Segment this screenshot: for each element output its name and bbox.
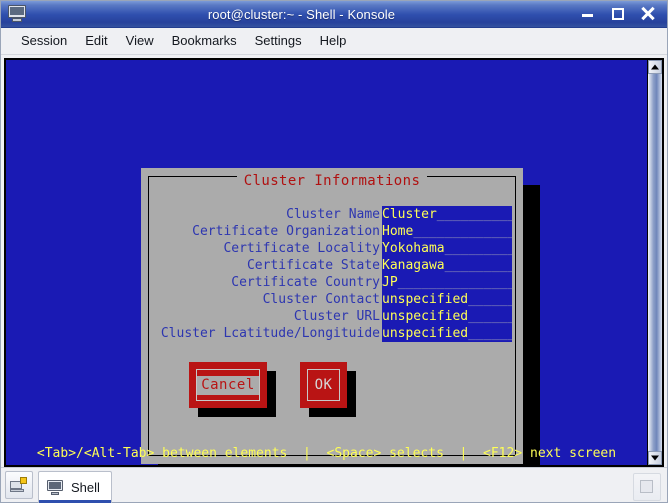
cancel-button[interactable]: Cancel [189,362,267,408]
form-row-cluster-url: Cluster URL unspecified______ [150,308,514,325]
close-icon[interactable] [641,6,655,21]
terminal-monitor-icon [6,4,28,24]
menu-item-bookmarks[interactable]: Bookmarks [163,31,246,51]
dialog-buttons: Cancel OK [189,362,356,417]
window-titlebar[interactable]: root@cluster:~ - Shell - Konsole [1,1,667,28]
scroll-down-icon[interactable] [648,451,662,465]
terminal-scrollbar[interactable] [647,58,664,467]
form-row-certificate-country: Certificate Country JP_______________ [150,274,514,291]
value-cluster-contact: unspecified [382,292,469,307]
tab-shell[interactable]: Shell [38,470,112,503]
label-cluster-name: Cluster Name [286,207,380,222]
menu-item-settings[interactable]: Settings [246,31,311,51]
terminal-monitor-icon [47,479,64,495]
input-cluster-url[interactable]: unspecified______ [382,308,512,325]
value-certificate-organization: Home [382,224,414,239]
input-certificate-state[interactable]: Kanagawa_________ [382,257,512,274]
menu-item-help[interactable]: Help [311,31,356,51]
session-action-icon[interactable] [633,473,661,501]
scrollbar-track[interactable] [648,74,662,451]
form-row-cluster-name: Cluster Name Cluster__________ [150,206,514,223]
terminal-status-line: <Tab>/<Alt-Tab> between elements | <Spac… [36,446,617,461]
fill-certificate-state: _________ [444,258,512,273]
label-certificate-locality: Certificate Locality [223,241,380,256]
input-cluster-latitude-longitude[interactable]: unspecified______ [382,325,512,342]
new-session-icon[interactable] [5,471,33,499]
terminal-area: Cluster Informations Cluster Name Cluste… [1,55,667,467]
cancel-button-label: Cancel [197,375,259,395]
value-cluster-name: Cluster [382,207,437,222]
cluster-informations-dialog: Cluster Informations Cluster Name Cluste… [141,168,523,464]
fill-certificate-organization: _____________ [413,224,512,239]
session-tabbar: Shell [1,467,667,503]
input-certificate-organization[interactable]: Home_____________ [382,223,512,240]
value-certificate-state: Kanagawa [382,258,445,273]
ok-button[interactable]: OK [300,362,347,408]
fill-cluster-url: ______ [468,309,512,324]
tab-shell-label: Shell [71,479,100,495]
input-certificate-locality[interactable]: Yokohama_________ [382,240,512,257]
menu-item-view[interactable]: View [117,31,163,51]
dialog-form: Cluster Name Cluster__________ Certifica… [150,206,514,342]
maximize-icon[interactable] [611,7,625,21]
menu-item-edit[interactable]: Edit [76,31,116,51]
value-cluster-latitude-longitude: unspecified [382,326,469,341]
form-row-certificate-locality: Certificate Locality Yokohama_________ [150,240,514,257]
menu-item-session[interactable]: Session [12,31,76,51]
value-cluster-url: unspecified [382,309,469,324]
fill-cluster-contact: ______ [468,292,512,307]
konsole-window: root@cluster:~ - Shell - Konsole Session… [0,0,668,503]
fill-cluster-latitude-longitude: ______ [468,326,512,341]
window-title: root@cluster:~ - Shell - Konsole [207,6,396,22]
input-cluster-name[interactable]: Cluster__________ [382,206,512,223]
fill-certificate-locality: _________ [444,241,512,256]
fill-certificate-country: _______________ [397,275,512,290]
label-cluster-latitude-longitude: Cluster Lcatitude/Longituide [160,326,380,341]
label-certificate-state: Certificate State [246,258,380,273]
ok-button-holder: OK [300,362,356,417]
ok-button-label: OK [314,376,333,393]
label-certificate-country: Certificate Country [231,275,380,290]
form-row-cluster-contact: Cluster Contact unspecified______ [150,291,514,308]
value-certificate-country: JP [382,275,398,290]
label-certificate-organization: Certificate Organization [192,224,380,239]
input-cluster-contact[interactable]: unspecified______ [382,291,512,308]
window-controls [581,6,655,21]
cancel-button-holder: Cancel [189,362,276,417]
scroll-up-icon[interactable] [648,60,662,74]
form-row-certificate-state: Certificate State Kanagawa_________ [150,257,514,274]
terminal-frame: Cluster Informations Cluster Name Cluste… [4,58,647,467]
form-row-certificate-organization: Certificate Organization Home___________… [150,223,514,240]
label-cluster-contact: Cluster Contact [262,292,380,307]
menubar: Session Edit View Bookmarks Settings Hel… [1,28,667,55]
minimize-icon[interactable] [581,7,595,21]
form-row-cluster-latitude-longitude: Cluster Lcatitude/Longituide unspecified… [150,325,514,342]
input-certificate-country[interactable]: JP_______________ [382,274,512,291]
terminal-screen[interactable]: Cluster Informations Cluster Name Cluste… [6,60,647,465]
fill-cluster-name: __________ [436,207,512,222]
label-cluster-url: Cluster URL [293,309,380,324]
value-certificate-locality: Yokohama [382,241,445,256]
